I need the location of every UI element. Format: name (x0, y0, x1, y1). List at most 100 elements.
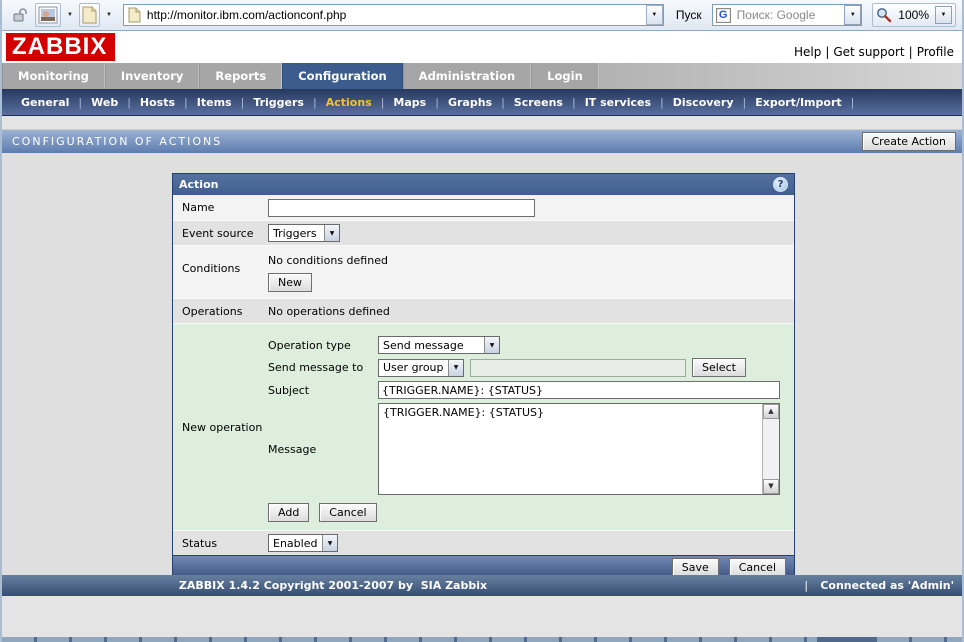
subnav-screens[interactable]: Screens (505, 96, 572, 109)
help-icon[interactable]: ? (773, 177, 788, 192)
subnav-it-services[interactable]: IT services (576, 96, 660, 109)
select-button[interactable]: Select (692, 358, 746, 377)
conditions-label: Conditions (173, 252, 268, 275)
connected-as-text: Connected as 'Admin' (804, 575, 954, 596)
bottom-edge-segment (817, 637, 877, 642)
go-button[interactable]: Пуск (676, 8, 702, 22)
address-bar[interactable]: http://monitor.ibm.com/actionconf.php (123, 4, 664, 26)
message-row: Message {TRIGGER.NAME}: {STATUS} (268, 403, 794, 495)
send-to-select[interactable]: User group (378, 359, 464, 377)
message-textarea[interactable]: {TRIGGER.NAME}: {STATUS} (378, 403, 780, 495)
add-operation-button[interactable]: Add (268, 503, 309, 522)
operation-type-select[interactable]: Send message (378, 336, 500, 354)
page-title: CONFIGURATION OF ACTIONS (2, 135, 222, 148)
help-link[interactable]: Help (794, 45, 821, 59)
url-page-icon (128, 7, 141, 23)
link-separator (905, 45, 917, 59)
footer-bar: ZABBIX 1.4.2 Copyright 2001-2007 by SIA … (2, 575, 962, 596)
new-operation-label: New operation (173, 421, 268, 434)
scroll-up-icon[interactable] (763, 404, 779, 419)
tab-inventory[interactable]: Inventory (105, 63, 200, 89)
gap-strip (2, 116, 962, 130)
operation-type-label: Operation type (268, 339, 378, 352)
subnav-graphs[interactable]: Graphs (439, 96, 501, 109)
subnav-web[interactable]: Web (82, 96, 127, 109)
form-row-status: Status Enabled (173, 530, 794, 555)
header-links: Help Get support Profile (794, 45, 954, 59)
zoom-control[interactable]: 100% (872, 3, 956, 27)
page-button[interactable] (79, 3, 100, 27)
event-source-label: Event source (173, 227, 268, 240)
action-form: Action ? Name Event source Triggers Cond… (172, 173, 795, 580)
scroll-down-icon[interactable] (763, 479, 779, 494)
search-box[interactable]: G Поиск: Google (712, 4, 863, 26)
zoom-level: 100% (892, 8, 935, 22)
tab-login[interactable]: Login (531, 63, 599, 89)
page-icon (82, 6, 97, 24)
operation-type-row: Operation type Send message (268, 336, 794, 354)
create-action-button[interactable]: Create Action (862, 132, 957, 151)
subnav-discovery[interactable]: Discovery (664, 96, 743, 109)
send-to-target-input (470, 359, 686, 377)
select-arrow-icon (448, 360, 463, 376)
app-header: ZABBIX Help Get support Profile (2, 31, 962, 63)
image-icon (38, 6, 58, 24)
search-input[interactable]: Поиск: Google (731, 8, 845, 22)
subnav-hosts[interactable]: Hosts (131, 96, 184, 109)
tab-monitoring[interactable]: Monitoring (2, 63, 105, 89)
form-row-name: Name (173, 195, 794, 220)
name-label: Name (173, 201, 268, 214)
select-arrow-icon (324, 225, 339, 241)
get-support-link[interactable]: Get support (833, 45, 904, 59)
send-message-to-row: Send message to User group Select (268, 358, 794, 377)
form-title: Action (179, 178, 773, 191)
search-dropdown-icon[interactable] (844, 5, 861, 25)
form-row-operations: Operations No operations defined (173, 298, 794, 323)
status-select[interactable]: Enabled (268, 534, 338, 552)
tab-reports[interactable]: Reports (199, 63, 282, 89)
image-button[interactable] (35, 3, 61, 27)
event-source-select[interactable]: Triggers (268, 224, 340, 242)
subnav-general[interactable]: General (12, 96, 78, 109)
content-area: Action ? Name Event source Triggers Cond… (2, 153, 962, 575)
no-conditions-text: No conditions defined (268, 252, 388, 267)
tab-configuration[interactable]: Configuration (282, 63, 402, 89)
select-arrow-icon (484, 337, 499, 353)
send-message-to-label: Send message to (268, 361, 378, 374)
address-dropdown-icon[interactable] (646, 5, 663, 25)
message-label: Message (268, 443, 378, 456)
operation-buttons-row: Add Cancel (268, 503, 794, 522)
form-row-conditions: Conditions No conditions defined New (173, 245, 794, 298)
url-text[interactable]: http://monitor.ibm.com/actionconf.php (141, 8, 646, 22)
subject-input[interactable] (378, 381, 780, 399)
zabbix-logo[interactable]: ZABBIX (6, 33, 115, 61)
no-operations-text: No operations defined (268, 305, 390, 318)
subject-row: Subject (268, 381, 794, 399)
select-arrow-icon (322, 535, 337, 551)
form-row-event-source: Event source Triggers (173, 220, 794, 245)
magnifier-icon (876, 7, 892, 23)
profile-link[interactable]: Profile (917, 45, 954, 59)
image-dropdown-icon[interactable] (64, 12, 76, 18)
name-input[interactable] (268, 199, 535, 217)
status-label: Status (173, 537, 268, 550)
textarea-scrollbar[interactable] (762, 404, 779, 494)
subnav-actions[interactable]: Actions (317, 96, 381, 109)
tabs-filler (599, 63, 962, 89)
google-icon: G (716, 8, 731, 23)
padlock-open-icon (12, 7, 28, 23)
subnav-maps[interactable]: Maps (384, 96, 435, 109)
sub-nav: General Web Hosts Items Triggers Actions… (2, 89, 962, 116)
new-condition-button[interactable]: New (268, 273, 312, 292)
subnav-triggers[interactable]: Triggers (244, 96, 313, 109)
zoom-dropdown-icon[interactable] (935, 6, 952, 24)
copyright-text: ZABBIX 1.4.2 Copyright 2001-2007 by SIA … (2, 575, 664, 596)
subnav-items[interactable]: Items (188, 96, 241, 109)
subnav-export-import[interactable]: Export/Import (746, 96, 850, 109)
form-title-bar: Action ? (173, 174, 794, 195)
operations-label: Operations (173, 305, 268, 318)
page-dropdown-icon[interactable] (103, 12, 115, 18)
tab-administration[interactable]: Administration (403, 63, 532, 89)
cancel-operation-button[interactable]: Cancel (319, 503, 376, 522)
window-bottom-edge (2, 637, 962, 642)
